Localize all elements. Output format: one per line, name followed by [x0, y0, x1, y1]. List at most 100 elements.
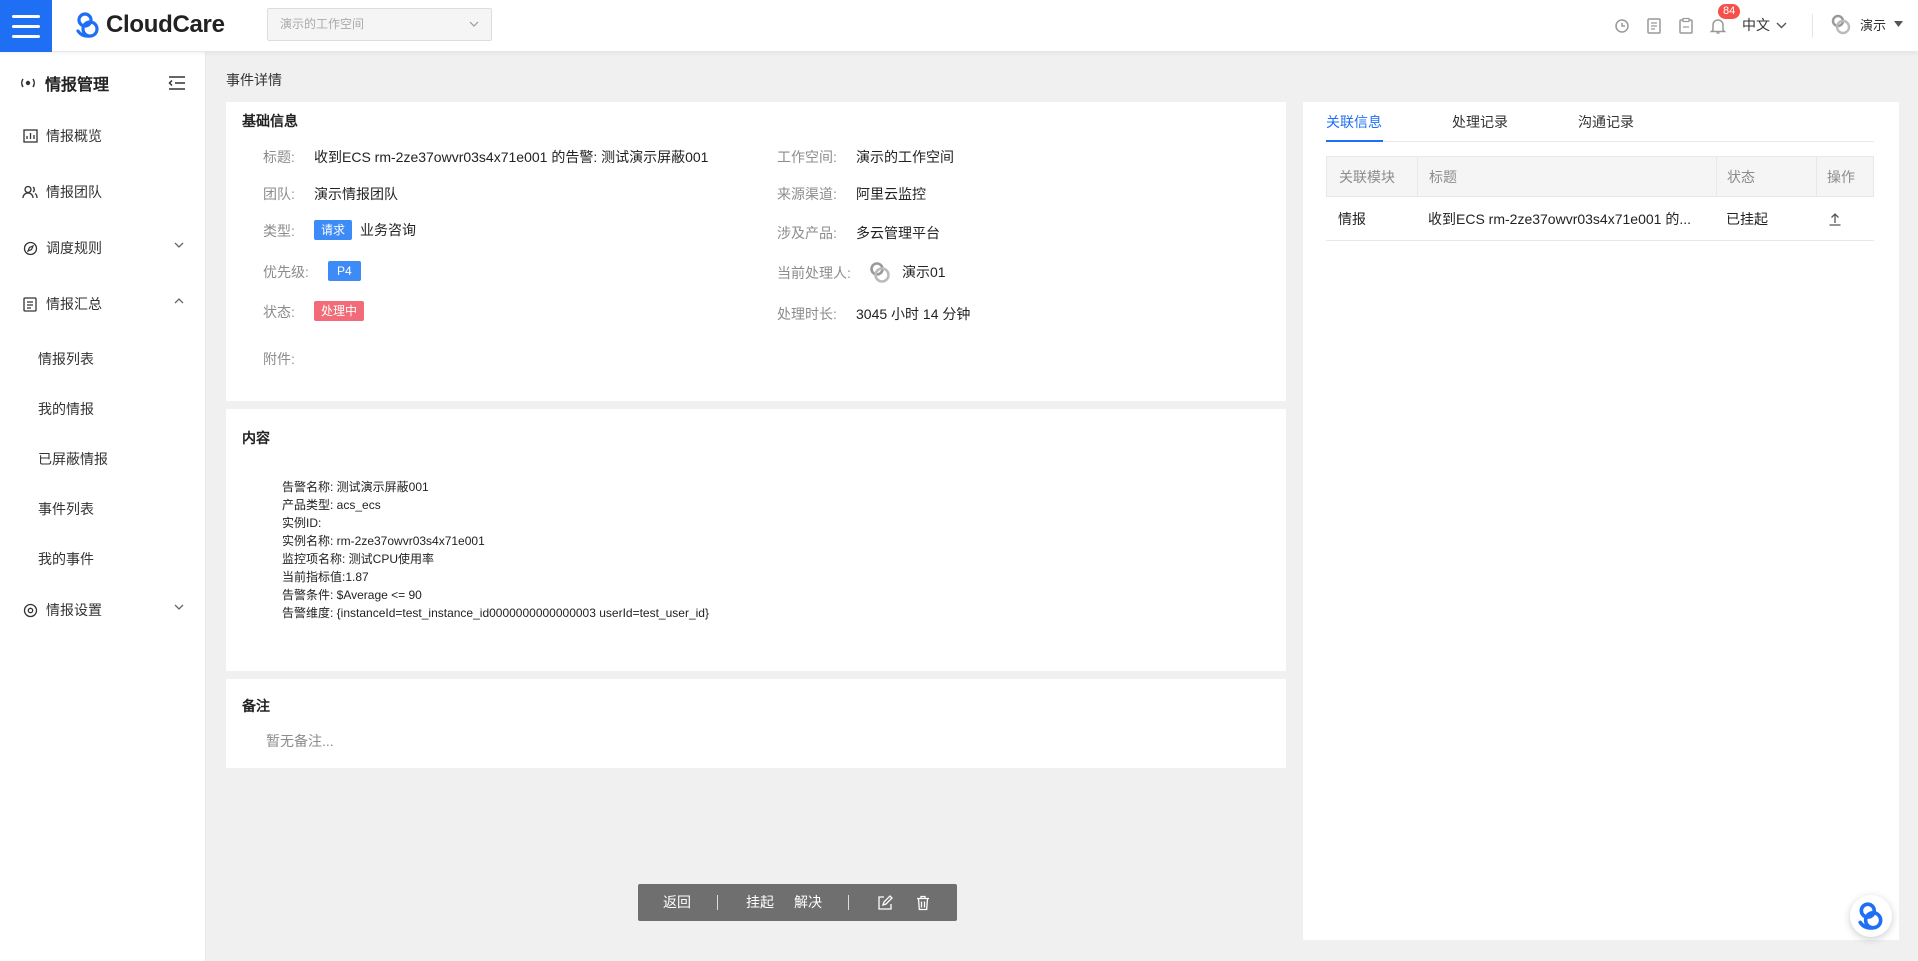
user-menu[interactable]: 演示: [1830, 13, 1904, 35]
sidebar-header: 情报管理: [20, 68, 186, 98]
trash-icon[interactable]: [916, 895, 930, 911]
sidebar: 情报管理 情报概览 情报团队 调度规则 情报汇总 情报列表 我的情报 已屏蔽情报…: [0, 52, 206, 961]
clipboard-icon[interactable]: [1677, 17, 1695, 35]
cell-module: 情报: [1338, 210, 1366, 227]
remarks-card: 备注 暂无备注...: [226, 679, 1286, 768]
tab-related-info[interactable]: 关联信息: [1326, 112, 1382, 132]
content-line: 实例ID:: [282, 516, 322, 530]
sidebar-item-summary[interactable]: 情报汇总: [22, 289, 188, 319]
status-tag-wrap: 处理中: [314, 301, 365, 321]
cell-action: [1828, 197, 1842, 240]
cloudcare-logo-icon: [1858, 902, 1883, 930]
compass-icon: [23, 241, 37, 255]
hamburger-line: [12, 24, 40, 28]
edit-icon[interactable]: [877, 895, 893, 911]
sidebar-subitem-blocked-intel[interactable]: 已屏蔽情报: [38, 449, 108, 469]
separator: [848, 895, 849, 910]
column-divider: [1816, 157, 1817, 196]
bell-icon[interactable]: [1709, 17, 1727, 35]
language-select[interactable]: 中文: [1742, 15, 1787, 35]
column-divider: [1417, 157, 1418, 196]
product-value: 多云管理平台: [856, 225, 940, 241]
assistant-button[interactable]: [1850, 895, 1892, 937]
priority-tag: P4: [328, 261, 361, 281]
notification-badge: 84: [1718, 4, 1741, 19]
status-tag: 处理中: [314, 301, 365, 321]
sidebar-item-label: 调度规则: [46, 240, 102, 256]
sidebar-item-settings[interactable]: 情报设置: [22, 595, 188, 625]
logo[interactable]: CloudCare: [74, 11, 225, 39]
type-value-group: 请求 业务咨询: [314, 220, 416, 240]
team-icon: [22, 185, 38, 199]
divider: [1812, 14, 1813, 38]
content-line: 实例名称: rm-2ze37owvr03s4x71e001: [282, 534, 485, 548]
resolve-button[interactable]: 解决: [794, 884, 822, 921]
sidebar-item-label: 情报汇总: [46, 296, 102, 312]
hamburger-line: [12, 14, 40, 18]
sidebar-subitem-intel-list[interactable]: 情报列表: [38, 349, 94, 369]
menu-button[interactable]: [0, 0, 52, 52]
upload-icon[interactable]: [1828, 212, 1842, 226]
remarks-placeholder[interactable]: 暂无备注...: [266, 731, 334, 751]
user-name: 演示: [1860, 17, 1887, 33]
sidebar-subitem-event-list[interactable]: 事件列表: [38, 499, 94, 519]
sidebar-item-dispatch-rules[interactable]: 调度规则: [22, 233, 188, 263]
handler-value: 演示01: [902, 264, 946, 280]
priority-label: 优先级:: [263, 264, 309, 280]
refresh-icon[interactable]: [1613, 17, 1631, 35]
hamburger-line: [12, 34, 40, 38]
content-line: 告警维度: {instanceId=test_instance_id000000…: [282, 606, 709, 620]
tab-handling-records[interactable]: 处理记录: [1452, 112, 1508, 132]
suspend-button[interactable]: 挂起: [746, 884, 774, 921]
duration-value: 3045 小时 14 分钟: [856, 306, 971, 322]
type-label: 类型:: [263, 223, 295, 239]
sidebar-item-label: 情报概览: [46, 128, 102, 144]
sidebar-item-team[interactable]: 情报团队: [22, 177, 188, 207]
chevron-down-icon: [1776, 22, 1787, 28]
language-label: 中文: [1742, 17, 1770, 33]
workspace-select-value: 演示的工作空间: [280, 17, 365, 31]
chevron-down-icon: [469, 21, 479, 27]
chevron-down-icon: [174, 242, 184, 248]
table-row[interactable]: 情报 收到ECS rm-2ze37owvr03s4x71e001 的... 已挂…: [1326, 197, 1874, 241]
team-value: 演示情报团队: [314, 186, 398, 202]
handler-label: 当前处理人:: [777, 265, 851, 281]
sidebar-item-label: 情报设置: [46, 602, 102, 618]
content-line: 监控项名称: 测试CPU使用率: [282, 552, 435, 566]
workspace-label: 工作空间:: [777, 149, 837, 165]
cell-title[interactable]: 收到ECS rm-2ze37owvr03s4x71e001 的...: [1428, 197, 1708, 240]
card-title: 内容: [242, 430, 270, 446]
column-header-title: 标题: [1429, 168, 1457, 185]
content-line: 告警条件: $Average <= 90: [282, 588, 422, 602]
separator: [717, 895, 718, 910]
tab-communication-records[interactable]: 沟通记录: [1578, 112, 1634, 132]
column-header-module: 关联模块: [1339, 168, 1395, 185]
document-icon[interactable]: [1645, 17, 1663, 35]
workspace-select[interactable]: 演示的工作空间: [267, 8, 492, 41]
sidebar-item-overview[interactable]: 情报概览: [22, 121, 188, 151]
related-table: 关联模块 标题 状态 操作 情报 收到ECS rm-2ze37owvr03s4x…: [1326, 156, 1874, 241]
collapse-menu-icon[interactable]: [168, 75, 186, 91]
table-header: 关联模块 标题 状态 操作: [1326, 156, 1874, 197]
source-value: 阿里云监控: [856, 186, 926, 202]
column-header-status: 状态: [1727, 168, 1755, 185]
sidebar-subitem-my-events[interactable]: 我的事件: [38, 549, 94, 569]
avatar: [870, 262, 890, 283]
title-value: 收到ECS rm-2ze37owvr03s4x71e001 的告警: 测试演示屏…: [314, 149, 709, 165]
content-line: 告警名称: 测试演示屏蔽001: [282, 480, 429, 494]
workspace-value: 演示的工作空间: [856, 149, 954, 165]
column-divider: [1716, 157, 1717, 196]
sidebar-subitem-my-intel[interactable]: 我的情报: [38, 399, 94, 419]
cell-status: 已挂起: [1726, 210, 1768, 227]
sidebar-title: 情报管理: [45, 77, 110, 94]
type-value: 业务咨询: [360, 222, 417, 238]
document-icon: [23, 296, 37, 312]
cloudcare-logo-icon: [76, 12, 99, 38]
caret-down-icon: [1894, 21, 1904, 27]
detail-tabs: 关联信息 处理记录 沟通记录: [1326, 112, 1874, 142]
content-line: 产品类型: acs_ecs: [282, 498, 381, 512]
content-line: 当前指标值:1.87: [282, 570, 369, 584]
radar-icon: [21, 78, 35, 88]
back-button[interactable]: 返回: [663, 884, 691, 921]
chart-icon: [22, 129, 38, 143]
